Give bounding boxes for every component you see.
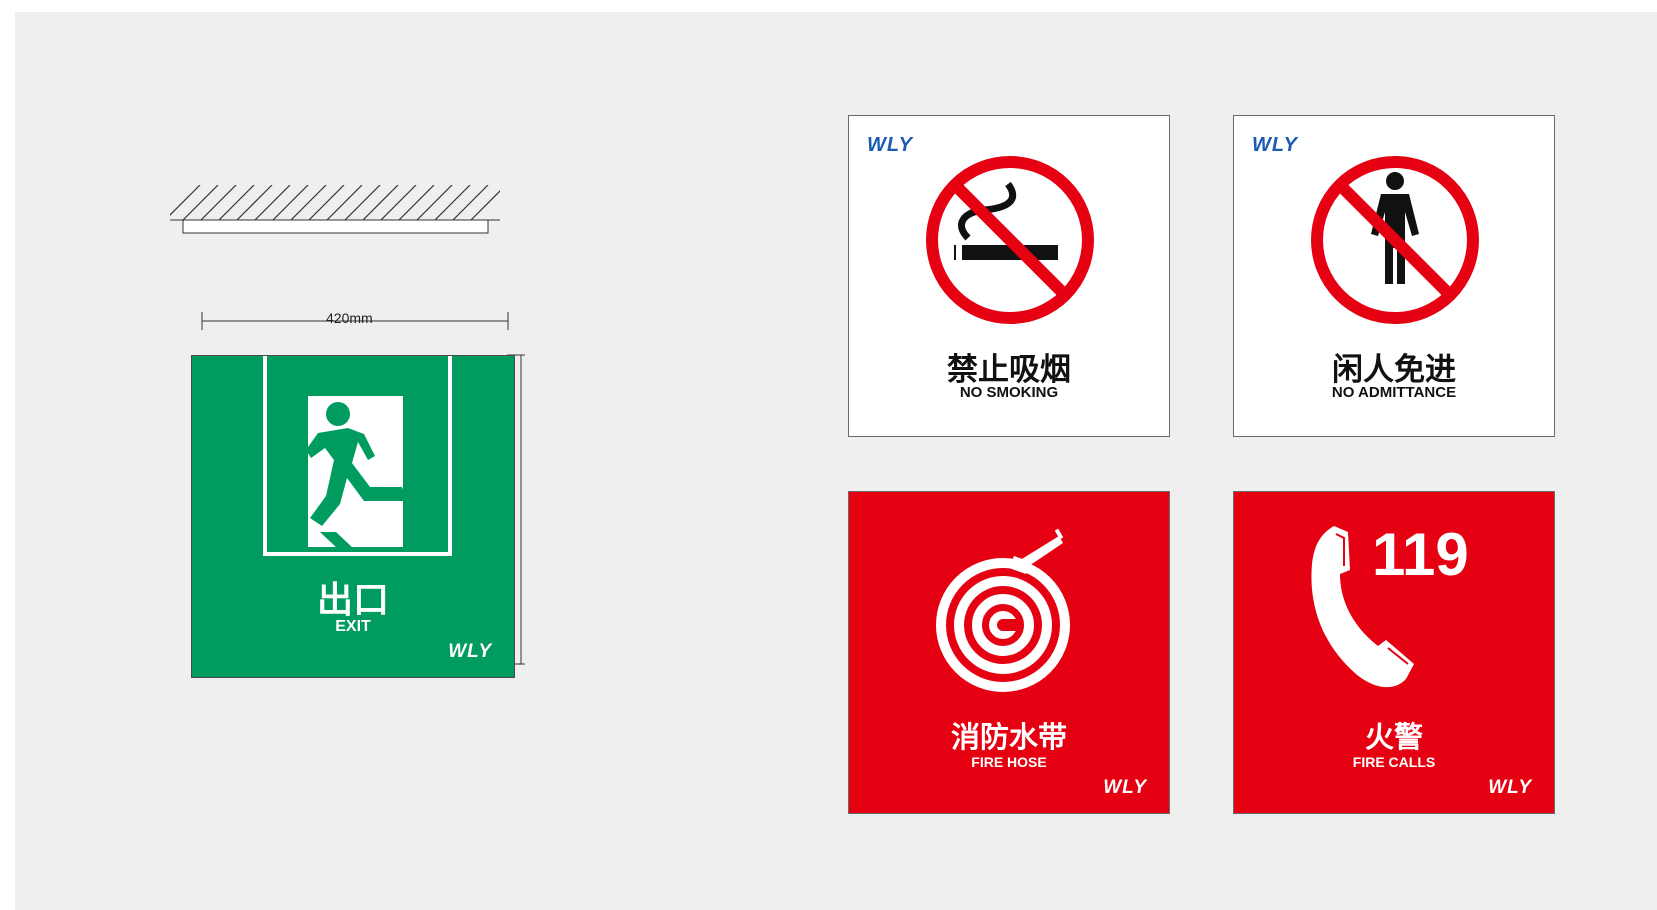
no-admittance-sign: WLY 闲人免进 NO ADMITTANCE [1233,115,1555,437]
width-dimension-label: 420mm [326,310,373,326]
fire-hose-icon [936,528,1070,692]
fire-hose-en: FIRE HOSE [971,754,1047,770]
exit-sign-cn: 出口 [316,580,389,621]
wly-logo: WLY [448,641,492,662]
wly-logo: WLY [1103,777,1147,798]
no-smoking-sign: WLY 禁止吸烟 NO SMOKING [848,115,1170,437]
fire-hose-cn: 消防水带 [950,720,1067,754]
fire-calls-sign: 119 火警 FIRE CALLS WLY [1233,491,1555,814]
wly-logo: WLY [1488,777,1532,798]
no-admittance-cn: 闲人免进 [1332,352,1456,388]
no-smoking-en: NO SMOKING [959,384,1059,401]
fire-calls-number: 119 [1372,521,1469,588]
fire-calls-cn: 火警 [1364,720,1423,754]
no-smoking-icon [926,156,1094,324]
exit-sign: 出口 EXIT WLY [191,355,515,678]
no-entry-person-icon [1311,156,1479,324]
wly-logo: WLY [1252,134,1298,156]
fire-calls-en: FIRE CALLS [1352,754,1436,770]
no-admittance-en: NO ADMITTANCE [1331,384,1457,401]
ceiling-mount-diagram [170,185,500,234]
fire-hose-sign: 消防水带 FIRE HOSE WLY [848,491,1170,814]
wly-logo: WLY [867,134,913,156]
no-smoking-cn: 禁止吸烟 [947,352,1071,388]
running-man-exit-icon [263,356,452,556]
exit-sign-en: EXIT [335,618,371,635]
